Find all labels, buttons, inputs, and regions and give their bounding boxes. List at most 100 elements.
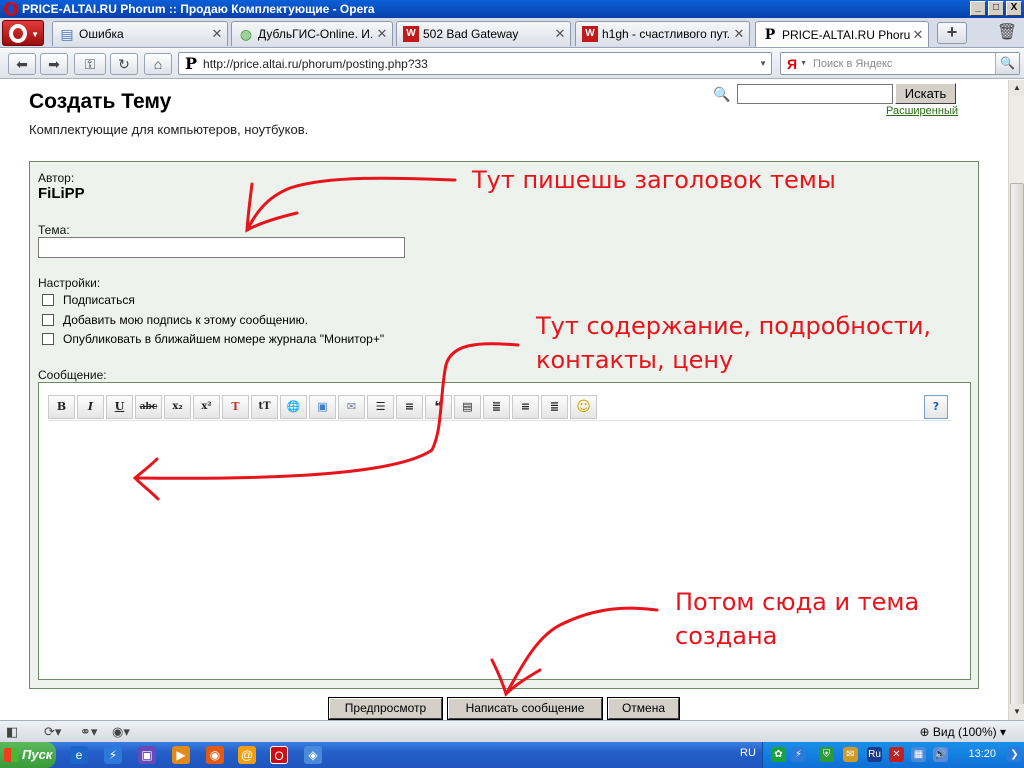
maximize-button[interactable]: □ — [988, 1, 1004, 16]
turbo-icon[interactable]: ◉▾ — [112, 724, 130, 740]
close-tab-icon[interactable]: ✕ — [910, 27, 926, 43]
text-color-button[interactable]: T — [222, 395, 249, 419]
unite-icon[interactable]: ⚭▾ — [80, 724, 97, 740]
close-tab-icon[interactable]: ✕ — [552, 26, 568, 42]
sync-icon[interactable]: ⟳▾ — [44, 724, 61, 740]
scroll-down-icon[interactable]: ▼ — [1009, 704, 1024, 720]
firefox-icon[interactable]: ◉ — [206, 746, 224, 764]
home-button[interactable]: ⌂ — [144, 53, 172, 75]
trash-icon[interactable]: 🗑 — [995, 22, 1019, 44]
search-icon[interactable]: 🔍 — [995, 53, 1019, 74]
network-icon[interactable]: ▦ — [911, 747, 926, 762]
text-size-button[interactable]: tT — [251, 395, 278, 419]
antivirus-icon[interactable]: ⛨ — [819, 747, 834, 762]
scroll-up-icon[interactable]: ▲ — [1009, 80, 1024, 96]
help-button[interactable]: ? — [924, 395, 948, 419]
show-desktop-icon[interactable]: ❯ — [1007, 747, 1022, 762]
zoom-level[interactable]: ⊕ Вид (100%) ▾ — [920, 725, 1006, 739]
save-icon[interactable]: ▣ — [138, 746, 156, 764]
submit-button[interactable]: Написать сообщение — [447, 697, 603, 720]
tab-2gis[interactable]: ◍ ДубльГИС-Online. И... ✕ — [231, 21, 393, 46]
alert-icon[interactable]: ✕ — [889, 747, 904, 762]
tab-price-altai[interactable]: Р PRICE-ALTAI.RU Phoru... ✕ — [755, 21, 929, 47]
smiley-button[interactable]: ☺ — [570, 395, 597, 419]
new-tab-button[interactable]: + — [937, 22, 967, 44]
strikethrough-button[interactable]: abc — [135, 395, 162, 419]
align-center-button[interactable]: ≡ — [512, 395, 539, 419]
chevron-down-icon[interactable]: ▼ — [759, 59, 767, 68]
bold-button[interactable]: B — [48, 395, 75, 419]
close-tab-icon[interactable]: ✕ — [731, 26, 747, 42]
close-button[interactable]: X — [1006, 1, 1022, 16]
close-tab-icon[interactable]: ✕ — [374, 26, 390, 42]
forum-search-input[interactable] — [737, 84, 893, 104]
quote-button[interactable]: ❝ — [425, 395, 452, 419]
url-text[interactable]: http://price.altai.ru/phorum/posting.php… — [203, 57, 428, 71]
align-left-button[interactable]: ≣ — [483, 395, 510, 419]
power-tray-icon[interactable]: ⚡ — [791, 747, 806, 762]
link-button[interactable]: 🌐 — [280, 395, 307, 419]
back-button[interactable]: ⬅ — [8, 53, 36, 75]
cancel-button[interactable]: Отмена — [607, 697, 680, 720]
panel-toggle-icon[interactable]: ◧ — [6, 724, 18, 740]
close-tab-icon[interactable]: ✕ — [209, 26, 225, 42]
tab-h1gh[interactable]: W h1gh - счастливого пут... ✕ — [575, 21, 750, 46]
signature-checkbox[interactable] — [42, 314, 54, 326]
image-button[interactable]: ▣ — [309, 395, 336, 419]
subject-label: Тема: — [38, 223, 70, 237]
forward-button[interactable]: ➡ — [40, 53, 68, 75]
explorer-icon[interactable]: ◈ — [304, 746, 322, 764]
icq-icon[interactable]: ✿ — [771, 747, 786, 762]
volume-icon[interactable]: 🔊 — [933, 747, 948, 762]
zoom-icon: ⊕ — [919, 725, 933, 739]
publish-checkbox[interactable] — [42, 333, 54, 345]
ru-icon[interactable]: Ru — [867, 747, 882, 762]
minimize-button[interactable]: _ — [970, 1, 986, 16]
opera-logo-icon — [4, 2, 18, 16]
publish-option[interactable]: Опубликовать в ближайшем номере журнала … — [42, 332, 384, 346]
tab-bad-gateway[interactable]: W 502 Bad Gateway ✕ — [396, 21, 571, 46]
search-placeholder[interactable]: Поиск в Яндекс — [813, 58, 995, 70]
preview-button[interactable]: Предпросмотр — [328, 697, 443, 720]
page-scrollbar[interactable]: ▲ ▼ — [1008, 80, 1024, 720]
power-icon[interactable]: ⚡ — [104, 746, 122, 764]
signature-option[interactable]: Добавить мою подпись к этому сообщению. — [42, 313, 308, 327]
chat-icon[interactable]: ✉ — [843, 747, 858, 762]
align-right-button[interactable]: ≣ — [541, 395, 568, 419]
ordered-list-button[interactable]: ≡ — [396, 395, 423, 419]
address-toolbar: ⬅ ➡ ⚿ ↻ ⌂ Р http://price.altai.ru/phorum… — [0, 49, 1024, 79]
wand-button[interactable]: ⚿ — [74, 53, 106, 75]
italic-button[interactable]: I — [77, 395, 104, 419]
subscribe-checkbox[interactable] — [42, 294, 54, 306]
ie-icon[interactable]: e — [70, 746, 88, 764]
superscript-button[interactable]: x² — [193, 395, 220, 419]
mail-agent-icon[interactable]: @ — [238, 746, 256, 764]
advanced-search-link[interactable]: Расширенный — [886, 105, 958, 117]
2gis-icon: ◍ — [239, 26, 253, 42]
subscript-button[interactable]: x₂ — [164, 395, 191, 419]
subscribe-option[interactable]: Подписаться — [42, 293, 135, 307]
tab-error[interactable]: ▤ Ошибка ✕ — [52, 21, 228, 46]
language-indicator[interactable]: RU — [740, 747, 756, 759]
media-icon[interactable]: ▶ — [172, 746, 190, 764]
message-editor[interactable]: B I U abc x₂ x² T tT 🌐 ▣ ✉ ☰ ≡ ❝ ▤ ≣ ≡ ≣… — [38, 382, 971, 680]
code-button[interactable]: ▤ — [454, 395, 481, 419]
message-label: Сообщение: — [38, 368, 107, 382]
search-button[interactable]: Искать — [895, 83, 956, 104]
address-field[interactable]: Р http://price.altai.ru/phorum/posting.p… — [178, 52, 772, 75]
yandex-icon[interactable]: Я — [787, 56, 797, 72]
opera-taskbar-icon[interactable]: O — [270, 746, 288, 764]
start-button[interactable]: Пуск — [0, 742, 56, 768]
email-button[interactable]: ✉ — [338, 395, 365, 419]
editor-toolbar: B I U abc x₂ x² T tT 🌐 ▣ ✉ ☰ ≡ ❝ ▤ ≣ ≡ ≣… — [48, 393, 952, 421]
search-engine-field[interactable]: Я ▼ Поиск в Яндекс 🔍 — [780, 52, 1020, 75]
page-icon: ▤ — [60, 26, 74, 42]
opera-menu-button[interactable]: ▼ — [2, 20, 44, 46]
underline-button[interactable]: U — [106, 395, 133, 419]
list-button[interactable]: ☰ — [367, 395, 394, 419]
reload-button[interactable]: ↻ — [110, 53, 138, 75]
chevron-down-icon[interactable]: ▼ — [800, 60, 807, 67]
scroll-thumb[interactable] — [1010, 183, 1024, 716]
window-title: PRICE-ALTAI.RU Phorum :: Продаю Комплект… — [22, 2, 375, 16]
subject-input[interactable] — [38, 237, 405, 258]
